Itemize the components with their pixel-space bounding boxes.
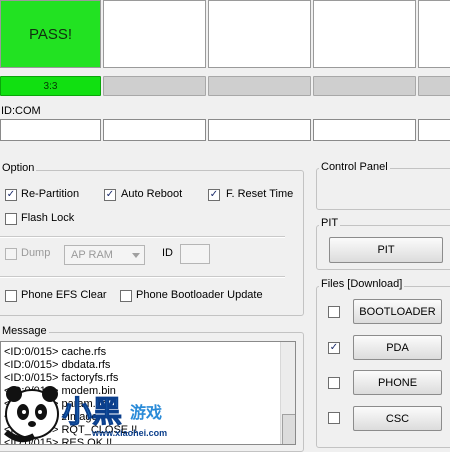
message-title: Message — [0, 325, 49, 337]
phone-efs-clear-checkbox[interactable] — [5, 290, 17, 302]
f-reset-time-label[interactable]: F. Reset Time — [226, 188, 293, 200]
id-com-label: ID:COM — [1, 105, 41, 117]
watermark-brand-suffix: 游戏 — [130, 403, 162, 422]
dump-checkbox[interactable] — [5, 248, 17, 260]
pda-button-label: PDA — [386, 341, 409, 354]
id-com-box — [0, 119, 101, 141]
id-com-box — [208, 119, 311, 141]
pit-button-label: PIT — [377, 244, 395, 256]
log-line: <ID:0/015> cache.rfs — [4, 346, 107, 358]
phone-bootloader-update-checkbox[interactable] — [120, 290, 132, 302]
flash-lock-checkbox[interactable] — [5, 213, 17, 225]
id-com-box — [313, 119, 416, 141]
files-title: Files [Download] — [319, 278, 405, 290]
log-line: <ID:0/015> dbdata.rfs — [4, 359, 111, 371]
phone-efs-clear-label[interactable]: Phone EFS Clear — [21, 289, 107, 301]
option-title: Option — [0, 162, 37, 174]
port-status-slot — [208, 0, 311, 68]
message-scrollbar[interactable] — [280, 342, 295, 444]
phone-button-label: PHONE — [377, 376, 418, 389]
id-com-box — [103, 119, 206, 141]
id-com-box — [418, 119, 450, 141]
phone-button[interactable]: PHONE — [353, 370, 442, 395]
re-partition-label[interactable]: Re-Partition — [21, 188, 79, 200]
id-input[interactable] — [180, 244, 210, 264]
port-status-slot — [313, 0, 416, 68]
progress-bar — [103, 76, 206, 96]
progress-bar: 3:3 — [0, 76, 101, 96]
port-status-slot — [103, 0, 206, 68]
chevron-down-icon — [132, 253, 140, 258]
pda-button[interactable]: PDA — [353, 335, 442, 360]
csc-checkbox[interactable] — [328, 412, 340, 424]
phone-bootloader-update-label[interactable]: Phone Bootloader Update — [136, 289, 263, 301]
progress-bar — [208, 76, 311, 96]
bootloader-checkbox[interactable] — [328, 306, 340, 318]
progress-label: 3:3 — [43, 80, 58, 92]
port-status-slot — [418, 0, 450, 68]
port-status-pass: PASS! — [0, 0, 101, 68]
f-reset-time-checkbox[interactable]: ✓ — [208, 189, 220, 201]
id-label: ID — [162, 247, 173, 259]
auto-reboot-label[interactable]: Auto Reboot — [121, 188, 182, 200]
watermark-logo: 小黑 游戏 www.xiaohei.com — [4, 386, 167, 443]
control-panel-group — [316, 168, 450, 210]
pit-button[interactable]: PIT — [329, 237, 443, 263]
pda-checkbox[interactable]: ✓ — [328, 342, 340, 354]
csc-button-label: CSC — [385, 412, 410, 425]
pit-title: PIT — [319, 217, 341, 229]
scrollbar-thumb[interactable] — [282, 414, 295, 444]
progress-bar — [313, 76, 416, 96]
csc-button[interactable]: CSC — [353, 406, 442, 431]
dump-type-select[interactable]: AP RAM — [64, 245, 145, 265]
watermark-brand-char: 小黑 — [62, 395, 122, 430]
dump-type-value: AP RAM — [71, 249, 113, 261]
control-panel-title: Control Panel — [319, 161, 390, 173]
re-partition-checkbox[interactable]: ✓ — [5, 189, 17, 201]
bootloader-button-label: BOOTLOADER — [359, 305, 436, 318]
divider — [0, 276, 285, 278]
bootloader-button[interactable]: BOOTLOADER — [353, 299, 442, 324]
dump-label[interactable]: Dump — [21, 247, 50, 259]
phone-checkbox[interactable] — [328, 377, 340, 389]
progress-bar — [418, 76, 450, 96]
flash-lock-label[interactable]: Flash Lock — [21, 212, 74, 224]
watermark-url: www.xiaohei.com — [91, 428, 167, 438]
divider — [0, 236, 285, 238]
auto-reboot-checkbox[interactable]: ✓ — [104, 189, 116, 201]
pass-label: PASS! — [28, 25, 73, 43]
